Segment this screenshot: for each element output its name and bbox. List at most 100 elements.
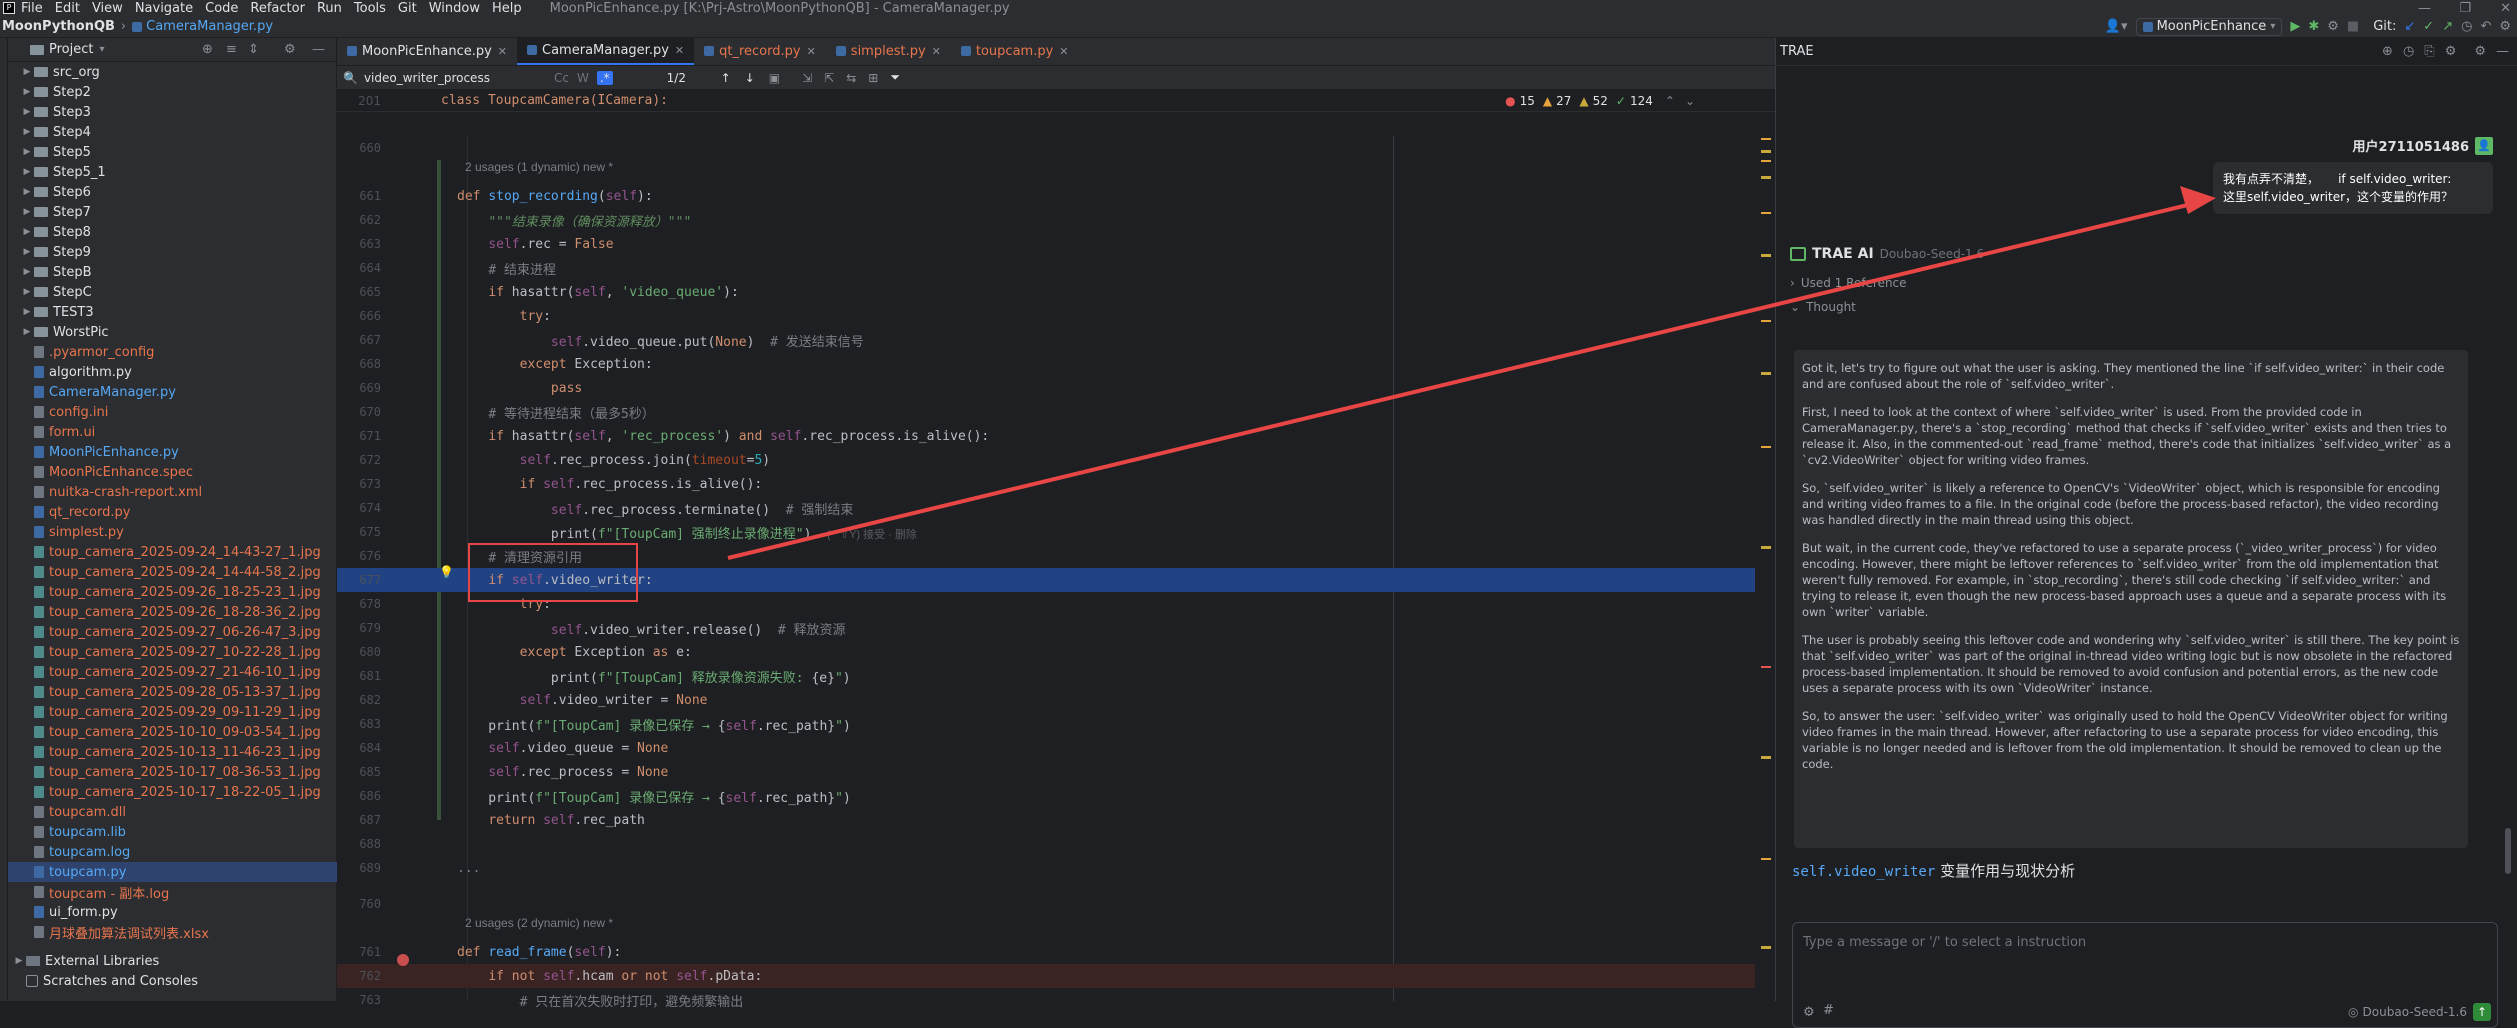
gutter[interactable] [385,892,445,916]
gutter[interactable] [385,688,445,712]
tree-folder[interactable]: ▶ Step5_1 [8,162,337,182]
code-line[interactable]: 666 try: [337,304,1755,328]
code-line[interactable]: 662 """结束录像（确保资源释放）""" [337,208,1755,232]
code-line[interactable]: 674 self.rec_process.terminate() # 强制结束 [337,496,1755,520]
tree-folder[interactable]: ▶ WorstPic [8,322,337,342]
gutter[interactable] [385,988,445,1012]
close-tab-icon[interactable]: ✕ [498,45,507,58]
ai-scrollbar-thumb[interactable] [2505,828,2511,874]
close-tab-icon[interactable]: ✕ [932,45,941,58]
gutter[interactable] [385,304,445,328]
menu-git[interactable]: Git [398,1,417,16]
gutter[interactable] [385,544,445,568]
code-line[interactable]: 670 # 等待进程结束（最多5秒） [337,400,1755,424]
hide-panel-icon[interactable]: — [312,42,325,57]
gutter[interactable] [385,568,445,592]
code-line[interactable]: 688 [337,832,1755,856]
code-line[interactable]: 761 def read_frame(self): [337,940,1755,964]
chevron-right-icon[interactable]: ▶ [20,147,34,157]
menu-edit[interactable]: Edit [55,1,80,16]
usages-hint-1[interactable]: 2 usages (1 dynamic) new * [465,160,613,174]
locate-icon[interactable]: ⊕ [202,42,213,57]
tree-file[interactable]: 月球叠加算法调试列表.xlsx [8,922,337,942]
close-button[interactable]: ✕ [2500,1,2511,16]
stop-icon[interactable]: ■ [2347,19,2359,34]
tree-folder[interactable]: ▶ Step7 [8,202,337,222]
tree-folder[interactable]: ▶ Step2 [8,82,337,102]
gutter[interactable] [385,496,445,520]
tree-folder[interactable]: ▶ StepB [8,262,337,282]
find-input[interactable]: video_writer_process [364,71,554,85]
menu-navigate[interactable]: Navigate [135,1,193,16]
gutter[interactable] [385,964,445,988]
code-line[interactable]: 686 print(f"[ToupCam] 录像已保存 → {self.rec_… [337,784,1755,808]
gutter[interactable] [385,328,445,352]
chevron-down-icon[interactable]: ⌄ [1685,94,1695,108]
nav-project[interactable]: MoonPythonQB [2,19,115,34]
gutter[interactable] [385,940,445,964]
menu-help[interactable]: Help [492,1,522,16]
tab-cameramanager-py[interactable]: CameraManager.py ✕ [517,37,695,65]
options-gear-icon[interactable]: ⚙ [2474,44,2486,59]
menu-code[interactable]: Code [205,1,238,16]
git-update-icon[interactable]: ↙ [2404,19,2415,34]
gutter[interactable] [385,208,445,232]
code-line[interactable]: 680 except Exception as e: [337,640,1755,664]
tree-folder[interactable]: ▶ Step6 [8,182,337,202]
gutter[interactable] [385,592,445,616]
gutter[interactable] [385,616,445,640]
gutter[interactable] [385,280,445,304]
tree-file[interactable]: toupcam.py [8,862,337,882]
maximize-button[interactable]: ❐ [2459,1,2471,16]
tree-folder[interactable]: ▶ Step5 [8,142,337,162]
tree-file[interactable]: toupcam.lib [8,822,337,842]
editor-scrollbar[interactable] [1757,136,1775,1001]
gutter[interactable] [385,736,445,760]
code-line[interactable]: 671 if hasattr(self, 'rec_process') and … [337,424,1755,448]
tree-file[interactable]: toup_camera_2025-09-26_18-25-23_1.jpg [8,582,337,602]
tree-file[interactable]: toup_camera_2025-09-27_06-26-47_3.jpg [8,622,337,642]
previous-match-icon[interactable]: ↑ [721,71,731,85]
code-line[interactable]: 661 def stop_recording(self): [337,184,1755,208]
attach-icon[interactable]: ⚙ [1803,1005,1815,1020]
code-line[interactable]: 668 except Exception: [337,352,1755,376]
tree-file[interactable]: algorithm.py [8,362,337,382]
tree-file[interactable]: qt_record.py [8,502,337,522]
menu-run[interactable]: Run [317,1,342,16]
code-line[interactable]: 663 self.rec = False [337,232,1755,256]
tree-file[interactable]: toup_camera_2025-09-28_05-13-37_1.jpg [8,682,337,702]
code-line[interactable]: 684 self.video_queue = None [337,736,1755,760]
close-tab-icon[interactable]: ✕ [807,45,816,58]
code-line[interactable]: 672 self.rec_process.join(timeout=5) [337,448,1755,472]
chevron-down-icon[interactable]: ▾ [99,44,104,55]
next-match-icon[interactable]: ↓ [745,71,755,85]
new-chat-icon[interactable]: ⊕ [2382,44,2393,59]
collapse-all-icon[interactable]: ⇕ [248,42,259,57]
code-line[interactable]: 682 self.video_writer = None [337,688,1755,712]
gutter[interactable] [385,712,445,736]
gutter[interactable] [385,256,445,280]
code-line[interactable]: 762 if not self.hcam or not self.pData: [337,964,1755,988]
tree-folder[interactable]: ▶ Step8 [8,222,337,242]
whole-word-icon[interactable]: W [577,71,589,85]
add-occurrence-icon[interactable]: ⇲ [802,71,812,85]
match-case-icon[interactable]: Cc [554,71,569,85]
tree-file[interactable]: toup_camera_2025-10-13_11-46-23_1.jpg [8,742,337,762]
send-button[interactable]: ↑ [2473,1003,2491,1021]
rollback-icon[interactable]: ↶ [2480,19,2491,34]
hide-panel-icon[interactable]: — [2496,44,2509,59]
gutter[interactable] [385,352,445,376]
gutter[interactable] [385,472,445,496]
tree-file[interactable]: nuitka-crash-report.xml [8,482,337,502]
code-view[interactable]: 660 661 def stop_recording(self): 662 """结束… [337,136,1775,1010]
regex-icon[interactable]: .* [596,70,613,85]
tree-file[interactable]: toup_camera_2025-09-26_18-28-36_2.jpg [8,602,337,622]
code-line[interactable]: 664 # 结束进程 [337,256,1755,280]
run-config-selector[interactable]: MoonPicEnhance ▾ [2135,17,2283,36]
tree-folder[interactable]: ▶ Step4 [8,122,337,142]
options-gear-icon[interactable]: ⚙ [284,42,296,57]
tab-toupcam-py[interactable]: toupcam.py ✕ [951,37,1079,65]
gutter[interactable] [385,640,445,664]
gutter[interactable] [385,424,445,448]
tree-file[interactable]: toupcam.log [8,842,337,862]
